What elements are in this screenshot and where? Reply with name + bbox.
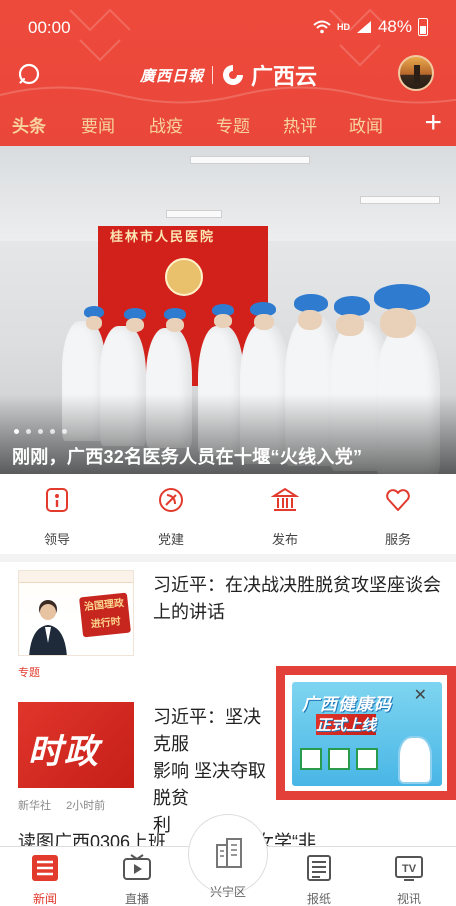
user-avatar[interactable] <box>398 55 434 91</box>
hospital-banner-text: 桂林市人民医院 <box>110 229 216 244</box>
face <box>336 314 364 336</box>
health-code-ad[interactable]: 广西健康码 正式上线 ✕ <box>276 666 456 800</box>
tab-zhengwen[interactable]: 政闻 <box>349 112 383 137</box>
news-item[interactable]: 治国理政 进行时 习近平：在决战决胜脱贫攻坚座谈会上的讲话 专题 <box>0 570 456 680</box>
svg-text:TV: TV <box>402 863 417 875</box>
ad-close-button[interactable]: ✕ <box>414 685 427 705</box>
battery-percent: 48% <box>377 17 412 36</box>
nav-label: 直播 <box>124 892 149 906</box>
cap <box>374 284 430 310</box>
avatar-tower-shape <box>414 65 420 83</box>
news-meta: 新华社 2小时前 <box>18 797 117 813</box>
nav-district[interactable] <box>188 814 268 894</box>
app-header: 00:00 HD 48% 廣西日報 广西云 头条 要闻 战疫 专题 热评 政闻 … <box>0 0 456 146</box>
tab-zhuanti[interactable]: 专题 <box>216 112 250 137</box>
face <box>126 318 144 332</box>
news-icon <box>32 855 58 881</box>
network-type: HD <box>336 22 350 32</box>
quick-link-leader[interactable]: 领导 <box>17 486 97 548</box>
nav-news[interactable]: 新闻 <box>10 853 80 906</box>
quick-links: 领导 党建 发布 服务 <box>0 474 456 562</box>
news-tag: 专题 <box>18 667 40 679</box>
brand-name: 广西云 <box>251 64 318 89</box>
tab-reping[interactable]: 热评 <box>283 112 317 137</box>
speaker-figure <box>29 600 67 655</box>
face <box>86 316 102 330</box>
info-person-icon <box>46 488 68 512</box>
thumbnail-header <box>19 571 133 583</box>
carousel-dot[interactable] <box>14 429 19 434</box>
search-icon <box>18 63 40 85</box>
tab-zhanyi[interactable]: 战疫 <box>149 112 183 137</box>
ceiling-light <box>166 210 222 218</box>
status-bar: 00:00 HD 48% <box>0 0 456 52</box>
nav-newspaper[interactable]: 报纸 <box>284 853 354 906</box>
party-badge <box>165 258 203 296</box>
cloud-logo-icon <box>223 65 244 85</box>
quick-link-service[interactable]: 服务 <box>358 486 438 548</box>
building-icon <box>270 487 300 511</box>
carousel-dots <box>14 429 67 434</box>
face <box>298 310 322 330</box>
news-meta: 专题 <box>18 664 52 680</box>
carousel-dot[interactable] <box>62 429 67 434</box>
nav-label: 新闻 <box>32 892 57 906</box>
quick-link-label: 领导 <box>43 532 70 547</box>
party-emblem-icon <box>159 488 183 512</box>
hero-caption[interactable]: 刚刚，广西32名医务人员在十堰“火线入党” <box>12 443 362 469</box>
nav-label: 报纸 <box>306 892 331 906</box>
news-time: 2小时前 <box>66 800 106 812</box>
heart-icon <box>386 489 410 511</box>
ad-title: 广西健康码 <box>302 695 392 714</box>
hero-carousel[interactable]: 桂林市人民医院 刚刚，广西32名医务人员在十堰“火线入党” <box>0 146 456 474</box>
tab-toutiao[interactable]: 头条 <box>12 112 46 137</box>
battery-icon <box>418 18 428 36</box>
thumbnail-stamp: 治国理政 进行时 <box>79 592 131 638</box>
live-tv-icon <box>123 854 151 880</box>
news-source: 新华社 <box>18 800 51 812</box>
carousel-dot[interactable] <box>50 429 55 434</box>
logo-divider <box>212 66 214 84</box>
cap <box>334 296 370 316</box>
carousel-dot[interactable] <box>38 429 43 434</box>
city-icon <box>216 838 242 868</box>
qr-code-icon <box>356 748 378 770</box>
news-thumbnail: 时政 <box>18 702 134 788</box>
quick-link-party[interactable]: 党建 <box>131 486 211 548</box>
quick-link-label: 服务 <box>384 532 411 547</box>
qr-code-icon <box>328 748 350 770</box>
nav-label: 兴宁区 <box>209 885 246 899</box>
signal-icon <box>356 21 371 33</box>
newspaper-name: 廣西日報 <box>140 66 205 85</box>
tv-icon: TV <box>395 856 423 881</box>
face <box>254 314 274 330</box>
app-logo: 廣西日報 广西云 <box>140 60 317 90</box>
quick-link-label: 发布 <box>271 532 298 547</box>
news-thumbnail: 治国理政 进行时 <box>18 570 134 656</box>
ceiling-light <box>360 196 440 204</box>
add-tab-button[interactable]: + <box>424 106 442 140</box>
nav-video[interactable]: TV 视讯 <box>374 853 444 906</box>
face <box>166 318 184 332</box>
newspaper-icon <box>307 855 331 881</box>
face <box>214 314 232 328</box>
carousel-dot[interactable] <box>26 429 31 434</box>
search-button[interactable] <box>17 62 43 88</box>
status-right: HD 48% <box>313 17 428 37</box>
tab-yaowen[interactable]: 要闻 <box>81 112 115 137</box>
quick-link-label: 党建 <box>157 532 184 547</box>
ad-subtitle: 正式上线 <box>316 714 377 735</box>
doctor-illustration <box>398 736 432 784</box>
channel-tabs: 头条 要闻 战疫 专题 热评 政闻 + <box>0 106 456 142</box>
news-title[interactable]: 习近平：在决战决胜脱贫攻坚座谈会上的讲话 <box>153 572 443 626</box>
nav-live[interactable]: 直播 <box>102 853 172 906</box>
qr-code-icon <box>300 748 322 770</box>
thumbnail-text: 时政 <box>28 732 100 772</box>
face <box>380 308 416 338</box>
quick-link-publish[interactable]: 发布 <box>245 486 325 548</box>
nav-label: 视讯 <box>396 892 421 906</box>
wifi-icon <box>313 20 331 34</box>
status-time: 00:00 <box>28 18 71 37</box>
ceiling-light <box>190 156 310 164</box>
